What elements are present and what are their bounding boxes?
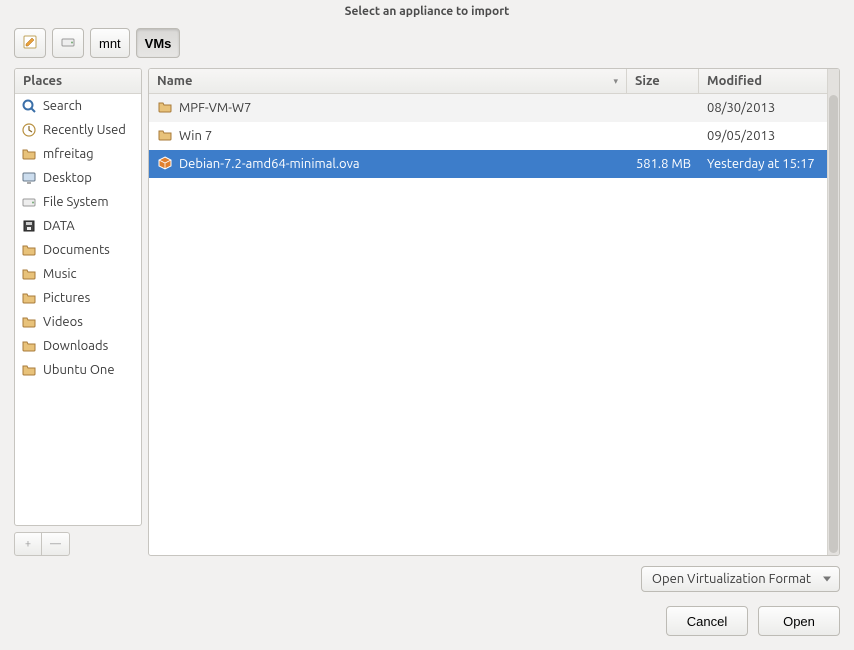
sidebar-item-label: Ubuntu One bbox=[43, 363, 115, 377]
file-row[interactable]: Debian-7.2-amd64-minimal.ova 581.8 MBYest… bbox=[149, 150, 839, 178]
package-icon bbox=[157, 155, 173, 174]
sidebar-item-label: Documents bbox=[43, 243, 110, 257]
file-type-filter[interactable]: Open Virtualization Format bbox=[641, 566, 840, 592]
folder-icon bbox=[21, 314, 37, 330]
pencil-icon bbox=[22, 34, 38, 53]
file-list-header: Name ▾ Size Modified bbox=[149, 69, 839, 94]
window-title: Select an appliance to import bbox=[0, 0, 854, 24]
sidebar-item-label: Music bbox=[43, 267, 77, 281]
file-modified: 09/05/2013 bbox=[699, 129, 839, 143]
sidebar-item-downloads[interactable]: Downloads bbox=[15, 334, 141, 358]
folder-icon bbox=[157, 127, 173, 146]
folder-icon bbox=[21, 338, 37, 354]
desktop-icon bbox=[21, 170, 37, 186]
file-name: Win 7 bbox=[179, 129, 212, 143]
sidebar-item-label: Videos bbox=[43, 315, 83, 329]
sidebar-item-search[interactable]: Search bbox=[15, 94, 141, 118]
sidebar-item-desktop[interactable]: Desktop bbox=[15, 166, 141, 190]
disk-icon bbox=[21, 218, 37, 234]
file-row[interactable]: MPF-VM-W7 08/30/2013 bbox=[149, 94, 839, 122]
add-bookmark-button[interactable]: + bbox=[14, 532, 42, 556]
column-name[interactable]: Name ▾ bbox=[149, 69, 627, 93]
file-name: MPF-VM-W7 bbox=[179, 101, 251, 115]
sort-indicator-icon: ▾ bbox=[613, 76, 618, 87]
sidebar-item-recently-used[interactable]: Recently Used bbox=[15, 118, 141, 142]
file-modified: Yesterday at 15:17 bbox=[699, 157, 839, 171]
sidebar-item-music[interactable]: Music bbox=[15, 262, 141, 286]
sidebar-item-videos[interactable]: Videos bbox=[15, 310, 141, 334]
sidebar-item-label: Desktop bbox=[43, 171, 92, 185]
column-modified[interactable]: Modified bbox=[699, 69, 839, 93]
clock-icon bbox=[21, 122, 37, 138]
open-button[interactable]: Open bbox=[758, 606, 840, 636]
folder-icon bbox=[21, 242, 37, 258]
drive-icon bbox=[21, 194, 37, 210]
file-row[interactable]: Win 7 09/05/2013 bbox=[149, 122, 839, 150]
folder-icon bbox=[21, 290, 37, 306]
sidebar-item-file-system[interactable]: File System bbox=[15, 190, 141, 214]
cancel-button[interactable]: Cancel bbox=[666, 606, 748, 636]
file-size: 581.8 MB bbox=[627, 157, 699, 171]
location-toolbar: mnt VMs bbox=[0, 24, 854, 68]
sidebar-item-label: Recently Used bbox=[43, 123, 126, 137]
path-mnt-button[interactable]: mnt bbox=[90, 28, 130, 58]
places-sidebar: Places Search Recently Used mfreitag Deskto… bbox=[14, 68, 142, 526]
sidebar-item-label: File System bbox=[43, 195, 109, 209]
sidebar-item-pictures[interactable]: Pictures bbox=[15, 286, 141, 310]
folder-icon bbox=[157, 99, 173, 118]
file-modified: 08/30/2013 bbox=[699, 101, 839, 115]
sidebar-item-label: Downloads bbox=[43, 339, 108, 353]
sidebar-item-label: Search bbox=[43, 99, 82, 113]
sidebar-item-label: DATA bbox=[43, 219, 75, 233]
column-size[interactable]: Size bbox=[627, 69, 699, 93]
folder-icon bbox=[21, 362, 37, 378]
sidebar-item-data[interactable]: DATA bbox=[15, 214, 141, 238]
file-list: MPF-VM-W7 08/30/2013 Win 7 09/05/2013 Debian… bbox=[149, 94, 839, 555]
folder-home-icon bbox=[21, 146, 37, 162]
folder-icon bbox=[21, 266, 37, 282]
path-drive-button[interactable] bbox=[52, 28, 84, 58]
remove-bookmark-button[interactable]: — bbox=[42, 532, 70, 556]
search-icon bbox=[21, 98, 37, 114]
sidebar-item-label: mfreitag bbox=[43, 147, 94, 161]
drive-icon bbox=[60, 34, 76, 53]
sidebar-item-mfreitag[interactable]: mfreitag bbox=[15, 142, 141, 166]
path-vms-button[interactable]: VMs bbox=[136, 28, 181, 58]
sidebar-item-ubuntu-one[interactable]: Ubuntu One bbox=[15, 358, 141, 382]
places-header: Places bbox=[15, 69, 141, 94]
edit-path-button[interactable] bbox=[14, 28, 46, 58]
scrollbar[interactable] bbox=[827, 69, 839, 555]
sidebar-item-documents[interactable]: Documents bbox=[15, 238, 141, 262]
sidebar-item-label: Pictures bbox=[43, 291, 90, 305]
file-name: Debian-7.2-amd64-minimal.ova bbox=[179, 157, 360, 171]
